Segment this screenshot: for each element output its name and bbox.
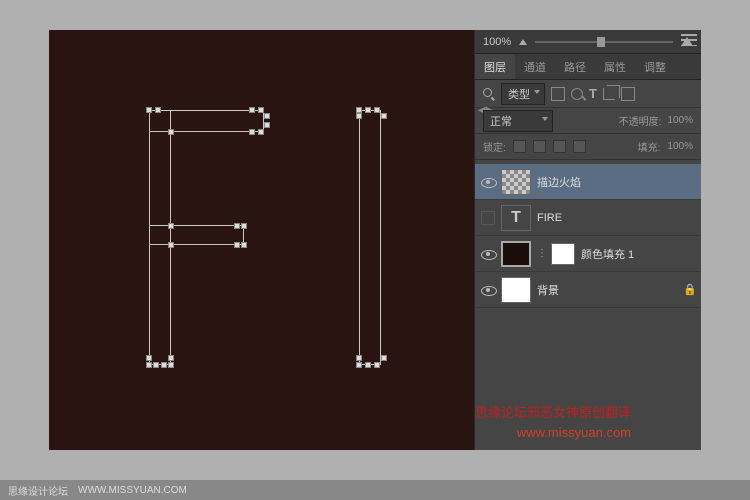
filter-text-icon[interactable]: T [589, 86, 597, 101]
layer-name[interactable]: FIRE [537, 212, 695, 224]
lock-pos-icon[interactable] [553, 140, 566, 153]
layer-thumb[interactable] [501, 241, 531, 267]
panel-menu-icon[interactable] [681, 34, 697, 46]
filter-pixel-icon[interactable] [551, 87, 565, 101]
layer-row[interactable]: T FIRE [475, 200, 701, 236]
visibility-icon[interactable] [481, 175, 495, 189]
tab-paths[interactable]: 路径 [555, 54, 595, 79]
panel-tabs: 图层 通道 路径 属性 调整 [475, 54, 701, 80]
lock-icon: 🔒 [683, 283, 695, 296]
page-footer: 思缘设计论坛 WWW.MISSYUAN.COM [0, 480, 750, 500]
opacity-label: 不透明度: [619, 113, 662, 128]
layer-thumb[interactable] [501, 277, 531, 303]
layer-name[interactable]: 背景 [537, 282, 677, 298]
search-icon[interactable] [483, 88, 495, 100]
layer-list: 描边火焰 T FIRE ⋮ 颜色填充 1 背景 🔒 [475, 160, 701, 312]
path-f-mid[interactable] [149, 225, 244, 245]
fill-label: 填充: [638, 139, 661, 154]
layer-row[interactable]: 描边火焰 [475, 164, 701, 200]
zoom-slider[interactable] [535, 41, 673, 43]
layer-name[interactable]: 颜色填充 1 [581, 246, 695, 262]
lock-pixel-icon[interactable] [533, 140, 546, 153]
anchor[interactable] [155, 107, 161, 113]
anchor[interactable] [153, 362, 159, 368]
anchor[interactable] [356, 113, 362, 119]
tab-properties[interactable]: 属性 [595, 54, 635, 79]
anchor[interactable] [374, 362, 380, 368]
watermark-line2: www.missyuan.com [475, 423, 631, 443]
lock-all-icon[interactable] [573, 140, 586, 153]
lock-trans-icon[interactable] [513, 140, 526, 153]
anchor[interactable] [168, 242, 174, 248]
anchor[interactable] [234, 242, 240, 248]
footer-site: 思缘设计论坛 [8, 483, 68, 498]
opacity-value[interactable]: 100% [667, 115, 693, 126]
filter-adjust-icon[interactable] [571, 88, 583, 100]
anchor[interactable] [249, 107, 255, 113]
filter-type-select[interactable]: 类型 [501, 83, 545, 105]
lock-row: 锁定: 填充: 100% [475, 134, 701, 160]
blend-mode-row: 正常 不透明度: 100% [475, 108, 701, 134]
visibility-icon[interactable] [481, 247, 495, 261]
path-i[interactable] [359, 110, 381, 365]
anchor[interactable] [168, 355, 174, 361]
anchor[interactable] [234, 223, 240, 229]
anchor[interactable] [168, 223, 174, 229]
anchor[interactable] [356, 355, 362, 361]
watermark: 思缘论坛邪恶女神原创翻译 www.missyuan.com [475, 403, 631, 442]
app-frame: 100% ◀▶ 图层 通道 路径 属性 调整 类型 T 正常 不透明度: 100… [49, 30, 701, 450]
anchor[interactable] [146, 107, 152, 113]
lock-label: 锁定: [483, 139, 506, 154]
zoom-min-icon [519, 39, 527, 45]
text-layer-icon[interactable]: T [501, 205, 531, 231]
anchor[interactable] [258, 129, 264, 135]
layer-thumb[interactable] [501, 169, 531, 195]
tab-layers[interactable]: 图层 [475, 54, 515, 79]
anchor[interactable] [374, 107, 380, 113]
layer-filter-row: 类型 T [475, 80, 701, 108]
footer-url: WWW.MISSYUAN.COM [78, 485, 187, 496]
tab-adjust[interactable]: 调整 [635, 54, 675, 79]
zoom-value[interactable]: 100% [483, 36, 511, 48]
layer-row[interactable]: 背景 🔒 [475, 272, 701, 308]
filter-smart-icon[interactable] [621, 87, 635, 101]
anchor[interactable] [264, 113, 270, 119]
zoom-bar: 100% [475, 30, 701, 54]
layer-row[interactable]: ⋮ 颜色填充 1 [475, 236, 701, 272]
anchor[interactable] [356, 362, 362, 368]
mask-thumb[interactable] [551, 243, 575, 265]
anchor[interactable] [249, 129, 255, 135]
blend-mode-select[interactable]: 正常 [483, 110, 553, 132]
anchor[interactable] [146, 362, 152, 368]
filter-shape-icon[interactable] [603, 88, 615, 100]
anchor[interactable] [381, 113, 387, 119]
anchor[interactable] [168, 362, 174, 368]
anchor[interactable] [365, 107, 371, 113]
fill-value[interactable]: 100% [667, 141, 693, 152]
anchor[interactable] [241, 242, 247, 248]
canvas-area[interactable] [49, 30, 474, 450]
anchor[interactable] [146, 355, 152, 361]
anchor[interactable] [241, 223, 247, 229]
anchor[interactable] [365, 362, 371, 368]
anchor[interactable] [161, 362, 167, 368]
anchor[interactable] [381, 355, 387, 361]
anchor[interactable] [168, 129, 174, 135]
watermark-line1: 思缘论坛邪恶女神原创翻译 [475, 403, 631, 423]
link-icon[interactable]: ⋮ [537, 248, 545, 259]
visibility-off-icon[interactable] [481, 211, 495, 225]
anchor[interactable] [264, 122, 270, 128]
visibility-icon[interactable] [481, 283, 495, 297]
tab-channels[interactable]: 通道 [515, 54, 555, 79]
layer-name[interactable]: 描边火焰 [537, 174, 695, 190]
layers-panel: 100% ◀▶ 图层 通道 路径 属性 调整 类型 T 正常 不透明度: 100… [474, 30, 701, 450]
